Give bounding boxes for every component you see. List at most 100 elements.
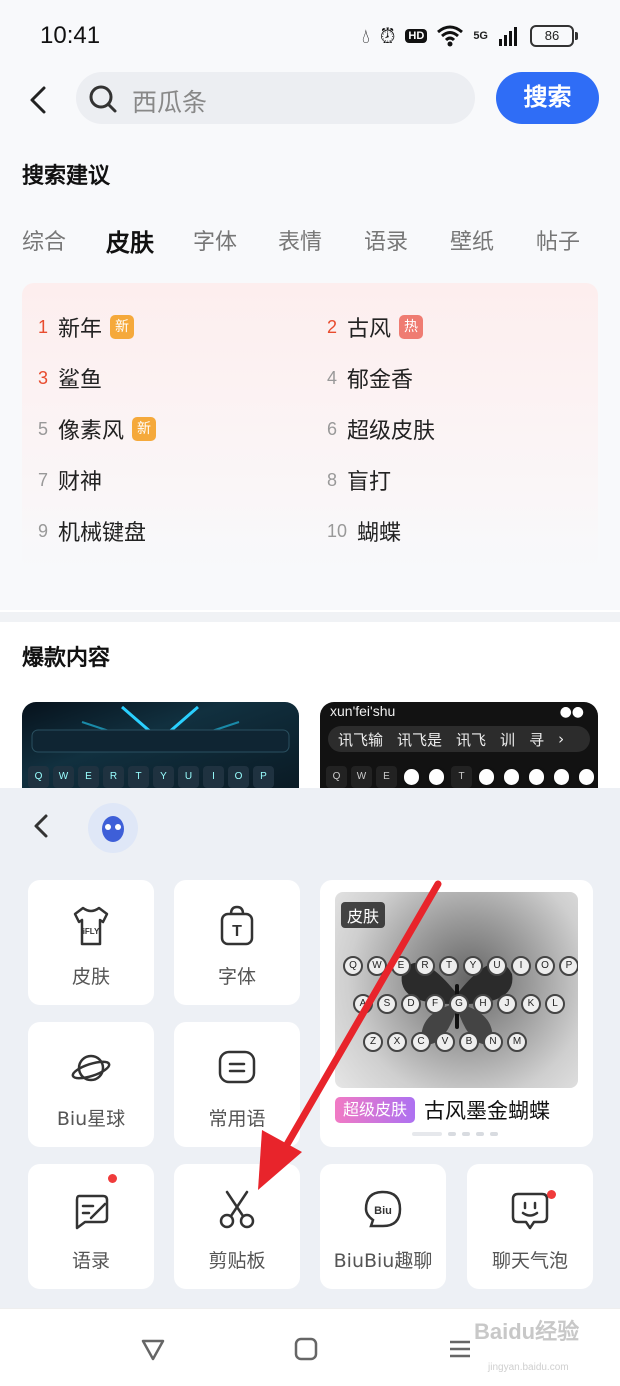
trending-item[interactable]: 6 超级皮肤 (327, 414, 435, 445)
trending-item[interactable]: 4 郁金香 (327, 363, 413, 394)
trending-item[interactable]: 10 蝴蝶 (327, 516, 402, 547)
preview-key: D (401, 994, 421, 1014)
preview-key: Q (343, 956, 363, 976)
mini-key: E (78, 766, 99, 788)
mini-key (551, 766, 572, 788)
tile-label: Biu星球 (56, 1108, 126, 1130)
preview-skin-tag: 皮肤 (341, 902, 386, 928)
rank-number: 2 (327, 316, 338, 337)
mini-key (576, 766, 597, 788)
thumb1-key-row: QWERTYUIOP (28, 766, 274, 788)
mini-key: E (376, 766, 397, 788)
trending-item[interactable]: 5 像素风 新 (38, 414, 157, 444)
preview-key: M (507, 1032, 527, 1052)
nav-home-icon[interactable] (292, 1335, 320, 1363)
rank-text: 盲打 (347, 470, 392, 495)
phrase-bubble-icon (218, 1050, 256, 1084)
preview-key: N (483, 1032, 503, 1052)
rank-number: 4 (327, 367, 338, 388)
rank-number: 9 (38, 520, 49, 541)
tab-general[interactable]: 综合 (22, 224, 66, 256)
preview-key: C (411, 1032, 431, 1052)
tab-emoji[interactable]: 表情 (278, 224, 322, 256)
mini-key: W (351, 766, 372, 788)
font-logo-text: T (232, 923, 242, 940)
tile-font[interactable]: T 字体 (174, 880, 300, 1005)
candidate-word: 讯飞输 (338, 730, 384, 749)
tile-common-phrases[interactable]: 常用语 (174, 1022, 300, 1147)
tile-chat-bubble[interactable]: 聊天气泡 (467, 1164, 593, 1289)
eyes-icon: ●● (559, 704, 584, 720)
carousel-dot (490, 1132, 498, 1136)
assistant-face-icon (102, 816, 124, 842)
panel-back-icon[interactable] (26, 810, 58, 842)
rank-text: 蝴蝶 (357, 521, 402, 546)
preview-key: G (449, 994, 469, 1014)
hot-badge: 热 (399, 315, 424, 339)
tile-label: 皮肤 (71, 966, 110, 988)
trending-item[interactable]: 1 新年 新 (38, 312, 135, 342)
mini-key: W (53, 766, 74, 788)
hot-content-card[interactable]: xun'fei'shu ●● 讯飞输 讯飞是 讯飞 训 寻 › QWE T (320, 702, 598, 790)
search-button[interactable]: 搜索 (496, 72, 599, 124)
hot-content-card[interactable]: QWERTYUIOP (22, 702, 299, 790)
tile-clipboard[interactable]: 剪贴板 (174, 1164, 300, 1289)
tshirt-icon: iFLY (73, 906, 109, 946)
new-badge: 新 (132, 417, 157, 441)
tab-quotes[interactable]: 语录 (364, 224, 408, 256)
featured-skin-card[interactable]: 皮肤 QWERTYUIOP ASDFGHJKL ZXCVBNM 超级皮肤 古风墨金蝴… (320, 880, 593, 1147)
nav-back-icon[interactable] (139, 1335, 167, 1363)
mini-key: I (203, 766, 224, 788)
mini-key: Q (28, 766, 49, 788)
preview-key: K (521, 994, 541, 1014)
tile-biu-planet[interactable]: Biu星球 (28, 1022, 154, 1147)
preview-key: P (559, 956, 578, 976)
mini-key (401, 766, 422, 788)
mini-key: Y (153, 766, 174, 788)
search-placeholder: 西瓜条 (132, 88, 208, 117)
preview-key: S (377, 994, 397, 1014)
hot-content-title: 爆款内容 (22, 646, 111, 671)
carousel-dot-active (412, 1132, 442, 1136)
trending-item[interactable]: 9 机械键盘 (38, 516, 146, 547)
trending-item[interactable]: 8 盲打 (327, 465, 392, 496)
trending-item[interactable]: 2 古风 热 (327, 312, 424, 342)
tile-biubiu-chat[interactable]: Biu BiuBiu趣聊 (320, 1164, 446, 1289)
font-bag-icon: T (220, 905, 254, 946)
carousel-dot (448, 1132, 456, 1136)
rank-number: 7 (38, 469, 49, 490)
trending-item[interactable]: 3 鲨鱼 (38, 363, 103, 394)
nav-menu-icon[interactable] (446, 1335, 474, 1363)
wifi-icon (437, 25, 464, 47)
preview-key: H (473, 994, 493, 1014)
rank-text: 鲨鱼 (58, 368, 103, 393)
tab-posts[interactable]: 帖子 (536, 224, 580, 256)
signal-icon (499, 27, 517, 46)
status-bar: 10:41 💧︎ ⏰︎ HD 5G 86 (0, 0, 620, 70)
tile-label: 字体 (217, 966, 256, 988)
preview-key: I (511, 956, 531, 976)
preview-key: Z (363, 1032, 383, 1052)
preview-key: J (497, 994, 517, 1014)
super-skin-tag: 超级皮肤 (335, 1097, 416, 1123)
status-icons: 💧︎ ⏰︎ HD 5G 86 (362, 24, 578, 48)
quote-pen-icon (75, 1194, 109, 1230)
tab-skin[interactable]: 皮肤 (106, 223, 154, 258)
tile-skin[interactable]: iFLY 皮肤 (28, 880, 154, 1005)
tab-font[interactable]: 字体 (193, 224, 237, 256)
tab-wallpaper[interactable]: 壁纸 (450, 224, 494, 256)
candidate-word: 讯飞 (456, 730, 487, 749)
assistant-avatar[interactable] (88, 803, 138, 853)
trending-item[interactable]: 7 财神 (38, 465, 102, 496)
back-arrow-icon[interactable] (22, 82, 58, 118)
tile-label: 聊天气泡 (491, 1250, 568, 1272)
rank-number: 6 (327, 418, 338, 439)
mini-key: R (103, 766, 124, 788)
candidate-word: 讯飞是 (397, 730, 443, 749)
search-input[interactable]: 西瓜条 (76, 72, 475, 124)
mini-key: P (253, 766, 274, 788)
tile-quotes[interactable]: 语录 (28, 1164, 154, 1289)
candidate-word: 训 (500, 730, 516, 749)
section-divider (0, 612, 620, 622)
rank-text: 像素风 (58, 419, 125, 444)
